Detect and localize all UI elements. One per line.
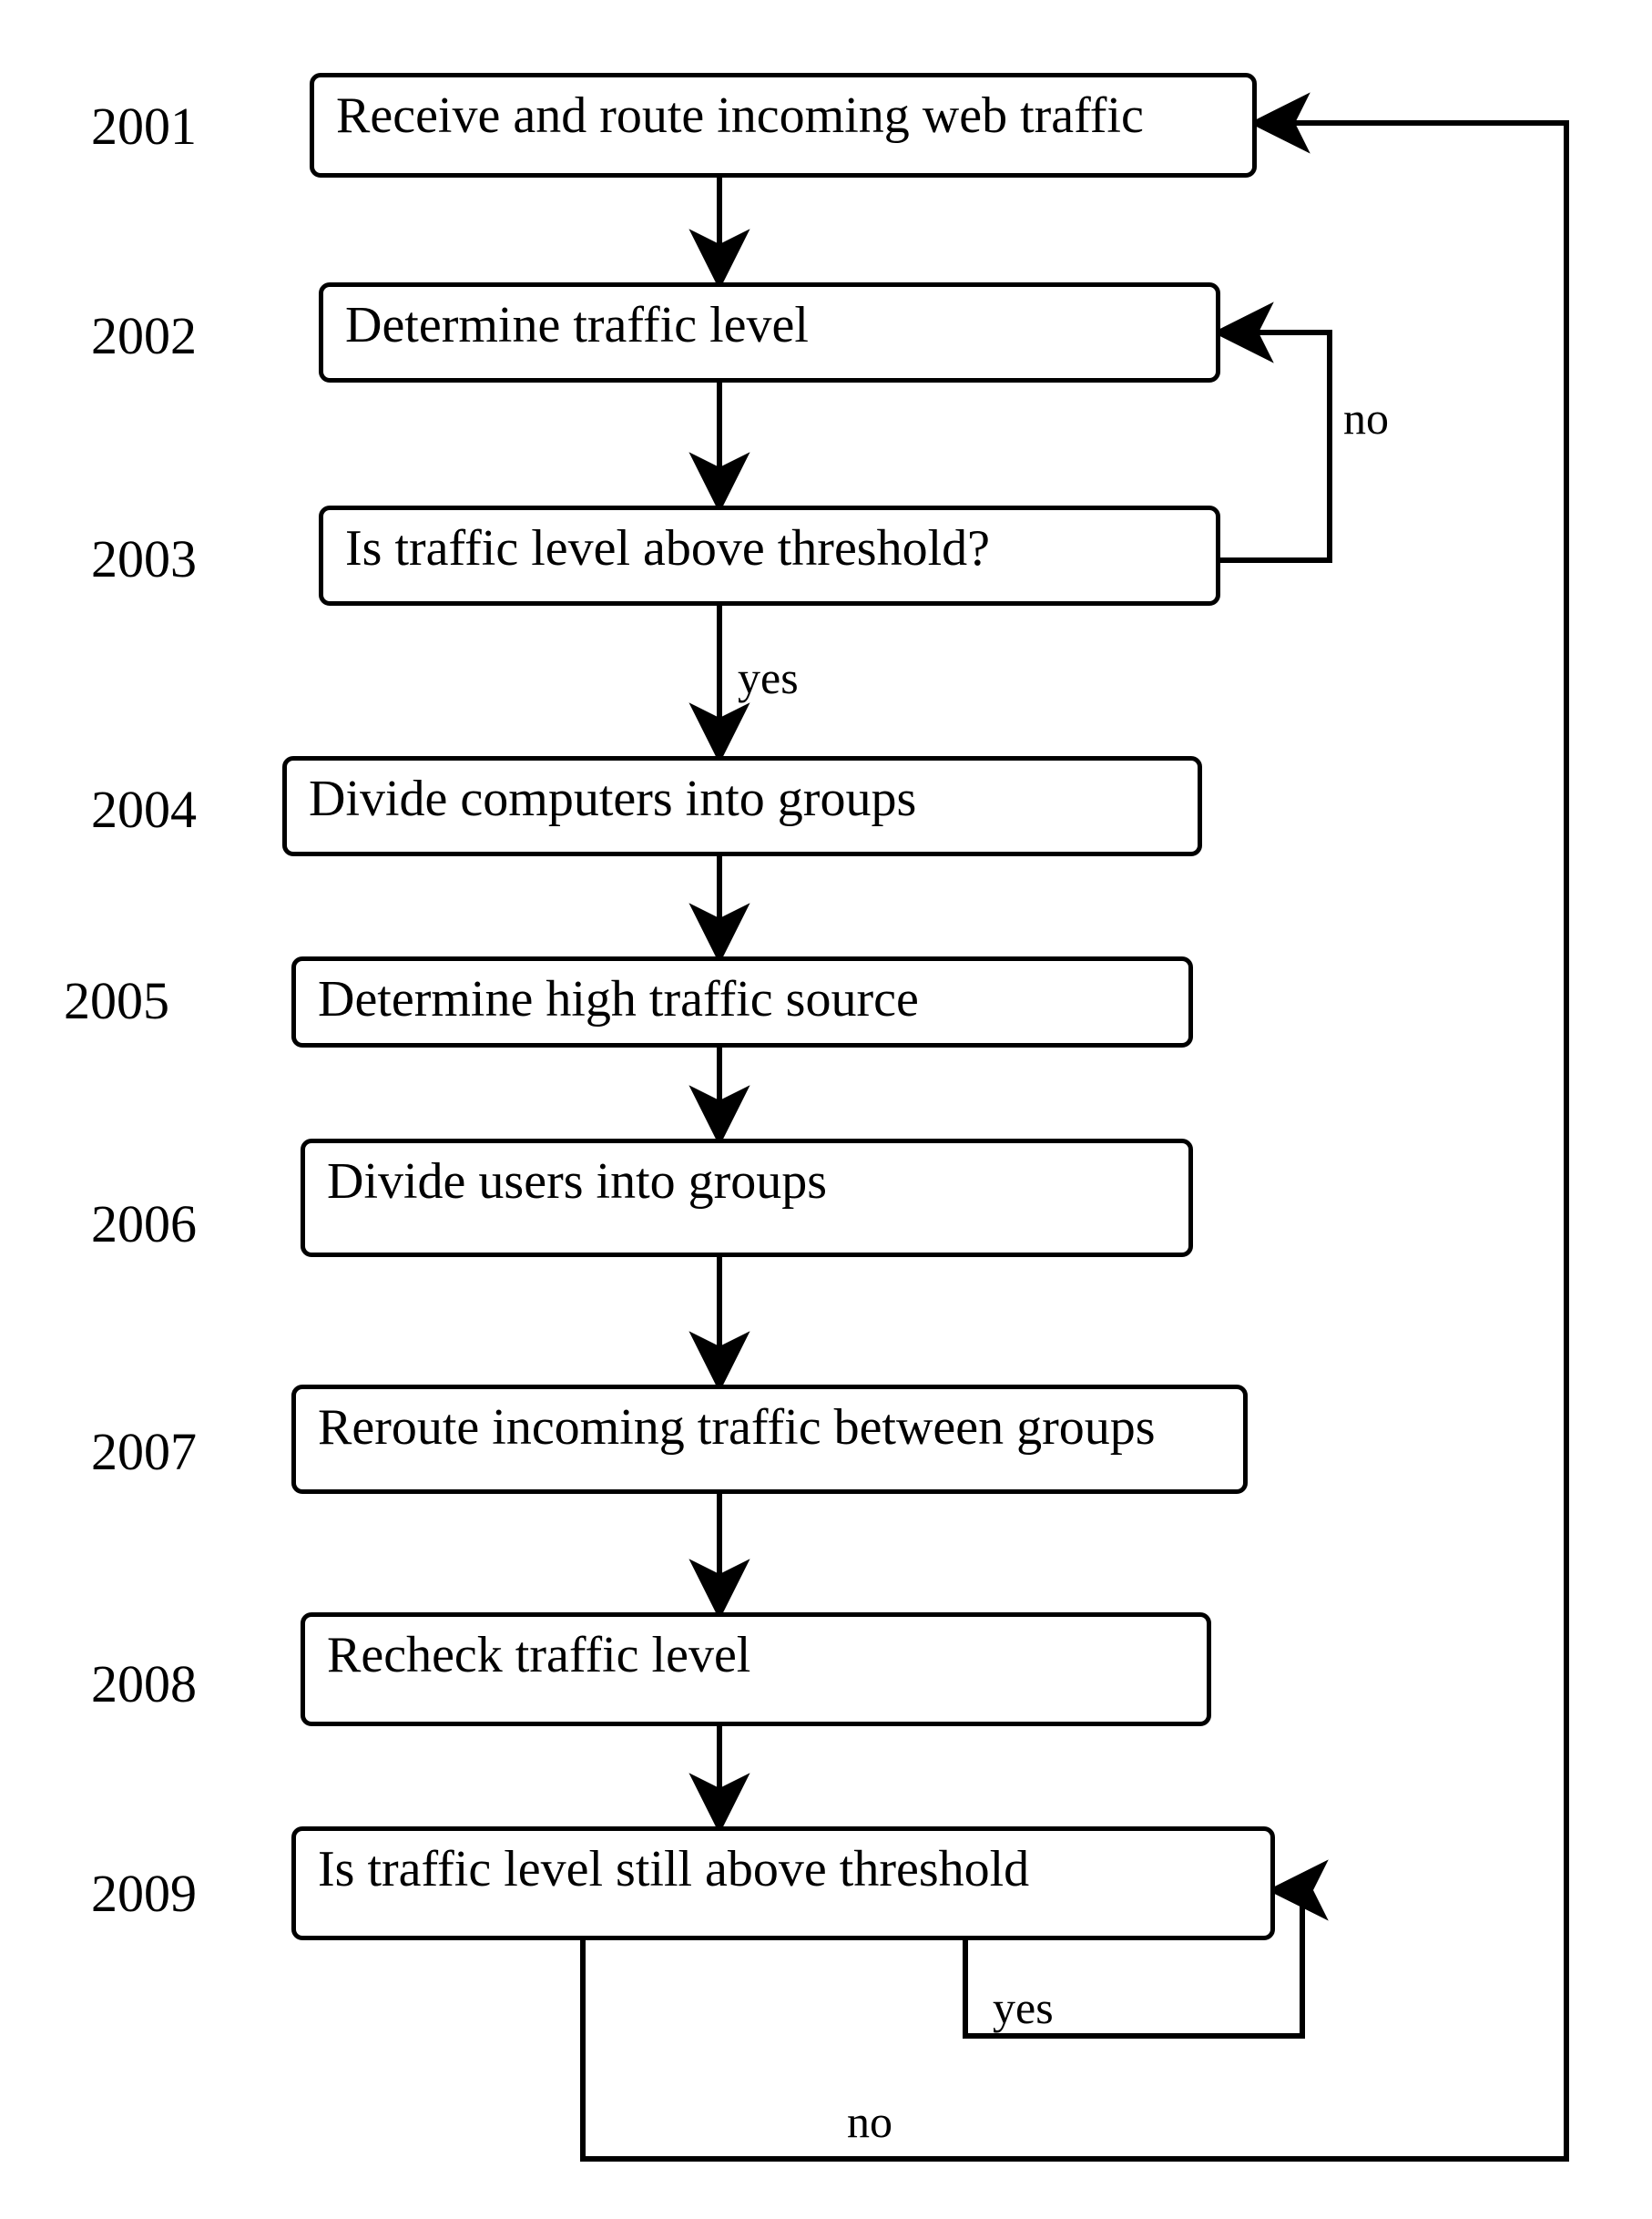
node-2002: Determine traffic level [319, 282, 1220, 383]
step-label-2004: 2004 [91, 779, 197, 840]
node-2008-text: Recheck traffic level [327, 1627, 750, 1683]
node-2005: Determine high traffic source [291, 956, 1193, 1048]
node-2005-text: Determine high traffic source [318, 971, 919, 1028]
node-2001-text: Receive and route incoming web traffic [336, 87, 1144, 144]
step-label-2008: 2008 [91, 1653, 197, 1714]
node-2007-text: Reroute incoming traffic between groups [318, 1399, 1156, 1456]
node-2004-text: Divide computers into groups [309, 771, 916, 827]
edge-2003-no [1220, 332, 1330, 560]
node-2009: Is traffic level still above threshold [291, 1826, 1275, 1940]
step-label-2002: 2002 [91, 305, 197, 366]
step-label-2006: 2006 [91, 1193, 197, 1254]
edge-label-2009-yes: yes [993, 1981, 1054, 2034]
node-2004: Divide computers into groups [282, 756, 1202, 856]
node-2008: Recheck traffic level [301, 1612, 1211, 1726]
edge-label-2003-yes: yes [738, 651, 799, 704]
node-2006: Divide users into groups [301, 1139, 1193, 1257]
step-label-2007: 2007 [91, 1421, 197, 1482]
edge-label-2003-no: no [1343, 392, 1389, 445]
node-2003: Is traffic level above threshold? [319, 506, 1220, 606]
step-label-2005: 2005 [64, 970, 169, 1031]
node-2001: Receive and route incoming web traffic [310, 73, 1257, 178]
step-label-2001: 2001 [91, 96, 197, 157]
edge-label-2009-no: no [847, 2095, 892, 2148]
node-2002-text: Determine traffic level [345, 297, 809, 353]
node-2006-text: Divide users into groups [327, 1153, 827, 1210]
node-2009-text: Is traffic level still above threshold [318, 1841, 1029, 1897]
step-label-2003: 2003 [91, 528, 197, 589]
step-label-2009: 2009 [91, 1863, 197, 1924]
node-2007: Reroute incoming traffic between groups [291, 1385, 1248, 1494]
node-2003-text: Is traffic level above threshold? [345, 520, 990, 577]
